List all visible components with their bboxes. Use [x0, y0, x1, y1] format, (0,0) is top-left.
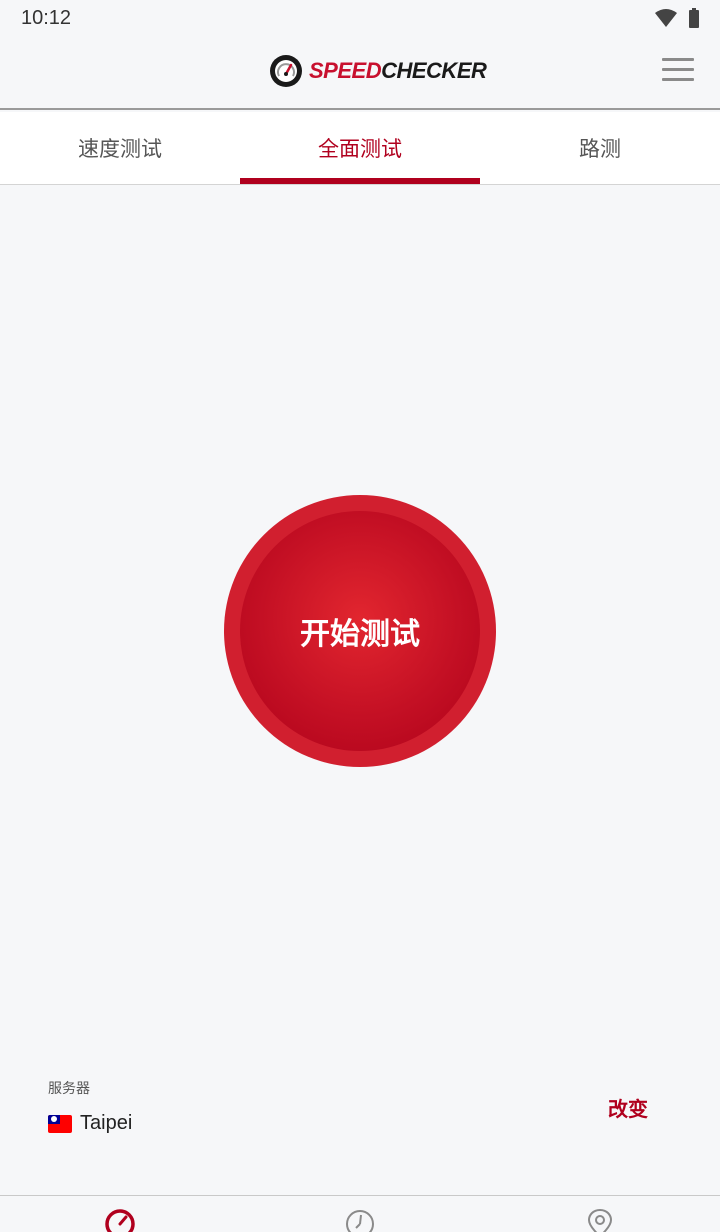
test-tabs: 速度测试 全面测试 路测	[0, 112, 720, 185]
start-test-label: 开始测试	[300, 617, 420, 652]
tab-speed-test[interactable]: 速度测试	[0, 112, 240, 184]
speedometer-icon[interactable]	[104, 1208, 136, 1232]
logo-text-speed: SPEED	[309, 58, 382, 83]
hamburger-menu-icon[interactable]	[662, 58, 694, 84]
status-bar: 10:12	[0, 0, 720, 36]
gauge-logo-icon	[270, 55, 302, 87]
taiwan-flag-icon	[48, 1114, 72, 1133]
start-test-button[interactable]: 开始测试	[224, 495, 496, 767]
status-time: 10:12	[21, 7, 72, 29]
wifi-icon	[655, 9, 677, 27]
logo-text-checker: CHECKER	[381, 58, 487, 83]
battery-icon	[689, 8, 699, 28]
map-pin-icon[interactable]	[586, 1208, 614, 1232]
server-caption: 服务器	[48, 1081, 90, 1097]
bottom-navigation	[0, 1195, 720, 1232]
app-header: SPEEDCHECKER	[0, 36, 720, 110]
speedchecker-logo: SPEEDCHECKER	[269, 54, 487, 88]
tab-drive-test[interactable]: 路测	[480, 112, 720, 184]
server-selection: Taipei	[48, 1112, 132, 1135]
change-server-button[interactable]: 改变	[608, 1093, 648, 1122]
history-clock-icon[interactable]	[344, 1208, 376, 1232]
tab-full-test[interactable]: 全面测试	[240, 112, 480, 184]
server-name: Taipei	[80, 1112, 133, 1134]
